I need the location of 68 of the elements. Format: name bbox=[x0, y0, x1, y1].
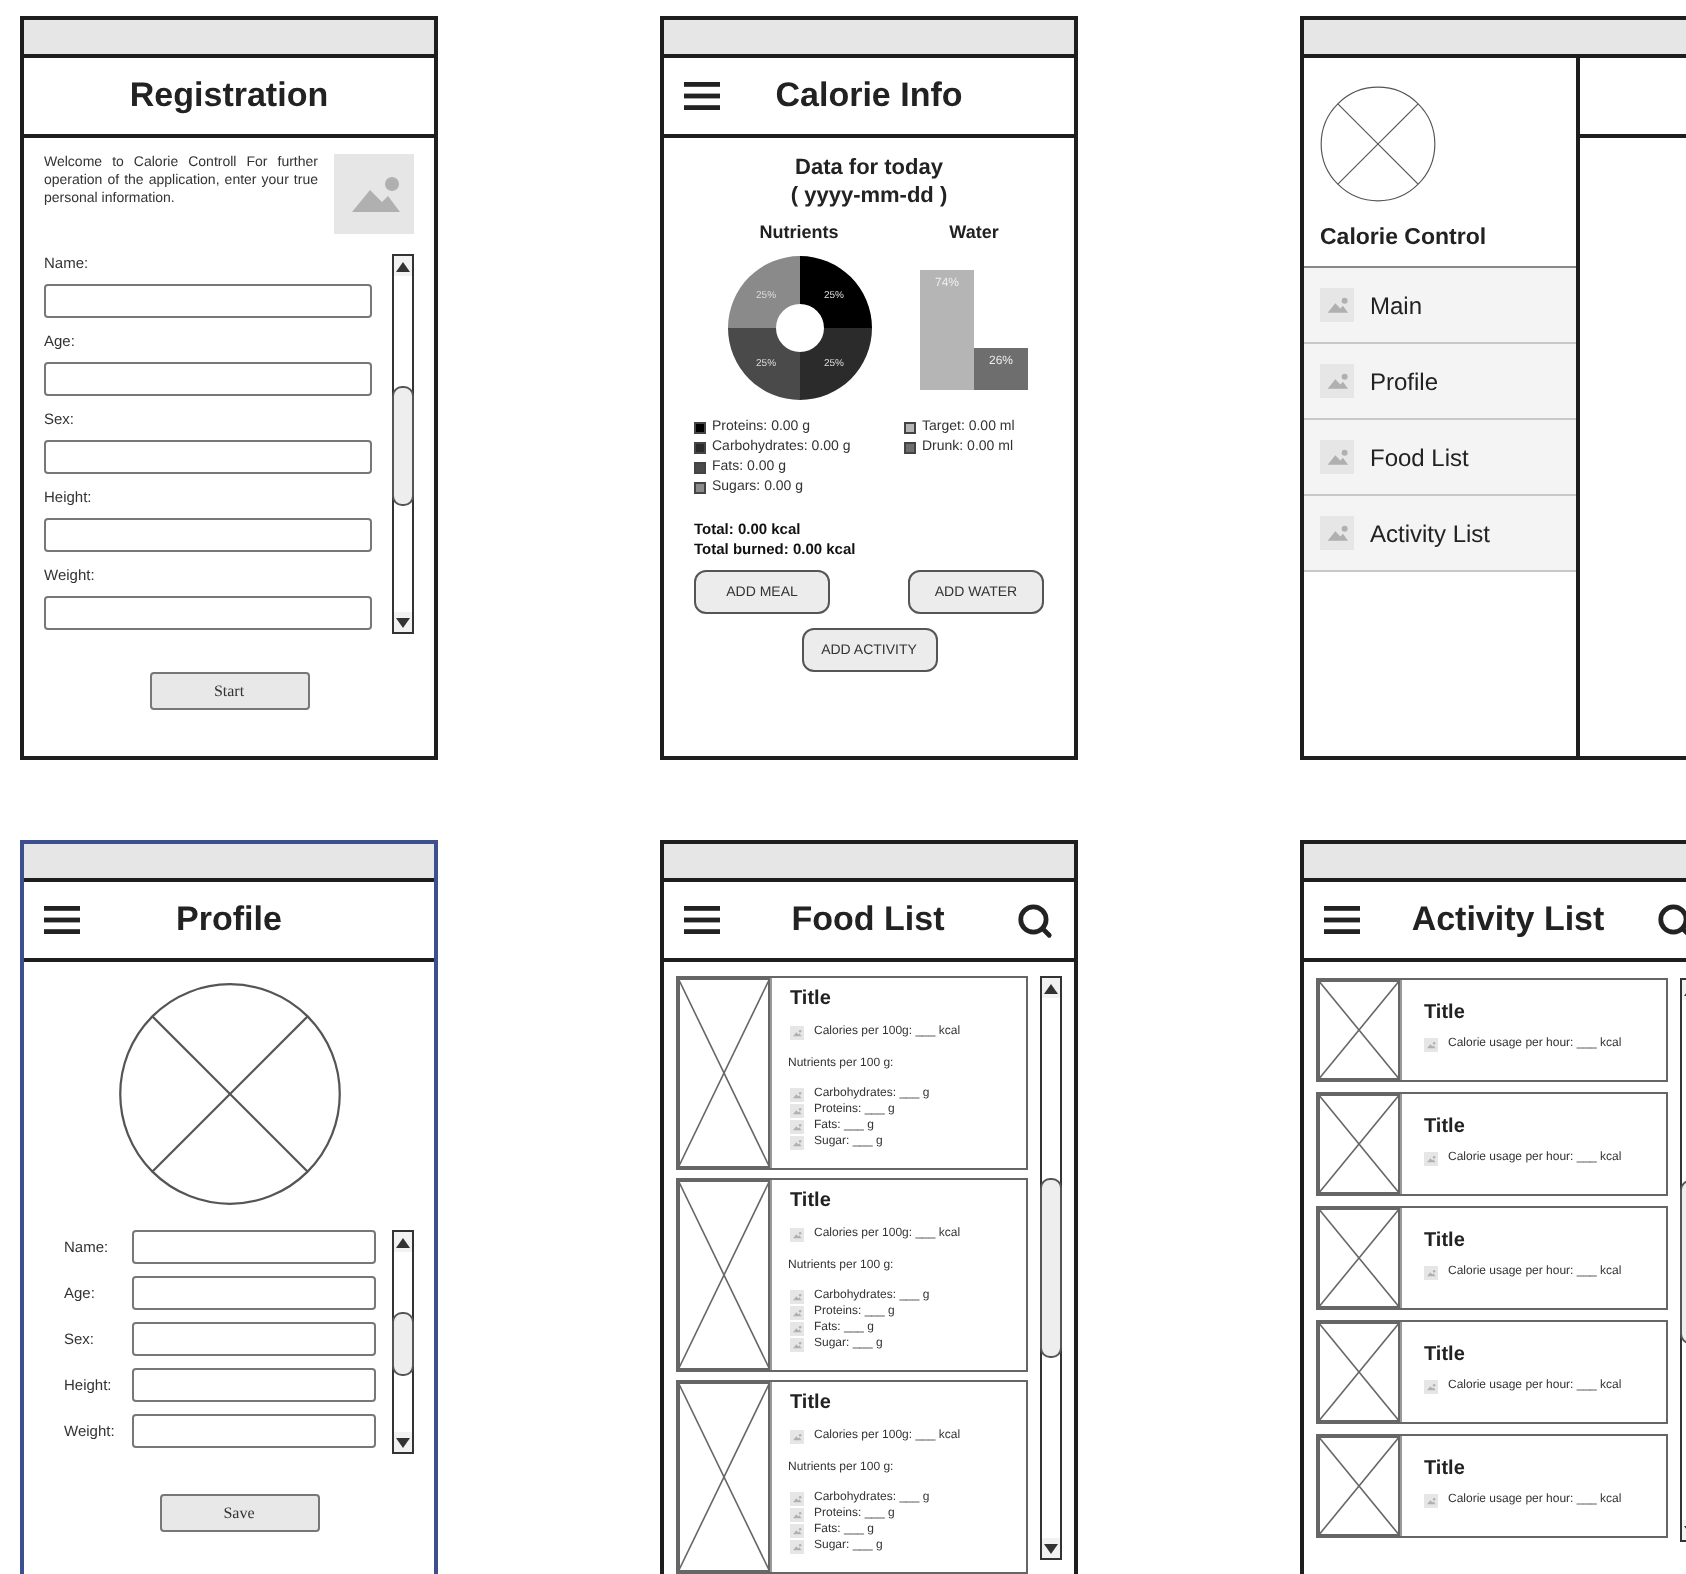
image-placeholder bbox=[1318, 1322, 1400, 1422]
screen-title: Registration bbox=[127, 76, 331, 116]
input-field[interactable] bbox=[44, 518, 372, 552]
input-field[interactable] bbox=[132, 1368, 376, 1402]
image-icon bbox=[334, 154, 414, 234]
input-field[interactable] bbox=[44, 440, 372, 474]
card-title: Title bbox=[790, 1190, 833, 1214]
menu-icon[interactable] bbox=[1324, 906, 1360, 934]
image-icon bbox=[790, 1026, 804, 1041]
card-title: Title bbox=[1424, 1002, 1467, 1026]
input-field[interactable] bbox=[44, 596, 372, 630]
menu-icon[interactable] bbox=[684, 82, 720, 110]
image-placeholder bbox=[1318, 1094, 1400, 1194]
screen-title: Calorie Info bbox=[773, 76, 965, 116]
app-name: Calorie Control bbox=[1320, 226, 1489, 250]
caret-up-icon[interactable] bbox=[396, 1237, 410, 1247]
menu-item[interactable]: Activity List bbox=[1304, 496, 1576, 572]
menu-icon[interactable] bbox=[44, 906, 80, 934]
scrollbar[interactable] bbox=[392, 1230, 414, 1454]
scrollbar[interactable] bbox=[392, 254, 414, 634]
caret-down-icon[interactable] bbox=[1044, 1543, 1058, 1553]
input-field[interactable] bbox=[132, 1230, 376, 1264]
caret-up-icon[interactable] bbox=[1044, 983, 1058, 993]
card-title: Title bbox=[1424, 1230, 1467, 1254]
search-icon[interactable] bbox=[1016, 901, 1054, 939]
card-title: Title bbox=[790, 1392, 833, 1416]
input-field[interactable] bbox=[44, 362, 372, 396]
image-icon bbox=[1424, 1266, 1438, 1281]
save-button[interactable]: Save bbox=[159, 1494, 319, 1532]
input-field[interactable] bbox=[132, 1414, 376, 1448]
image-placeholder bbox=[1318, 1436, 1400, 1536]
image-icon bbox=[1320, 364, 1354, 398]
image-icon bbox=[1320, 516, 1354, 550]
image-icon bbox=[1320, 440, 1354, 474]
scrollbar[interactable] bbox=[1040, 976, 1062, 1560]
input-field[interactable] bbox=[132, 1322, 376, 1356]
image-icon bbox=[1424, 1380, 1438, 1395]
menu-icon[interactable] bbox=[684, 906, 720, 934]
menu-item[interactable]: Food List bbox=[1304, 420, 1576, 496]
start-button[interactable]: Start bbox=[149, 672, 309, 710]
image-icon bbox=[1424, 1152, 1438, 1167]
section-heading: Data for today bbox=[793, 154, 945, 182]
screen-title: Profile bbox=[174, 900, 284, 940]
image-icon bbox=[790, 1228, 804, 1243]
search-icon[interactable] bbox=[1656, 901, 1686, 939]
image-placeholder bbox=[1318, 1208, 1400, 1308]
date-text: ( yyyy-mm-dd ) bbox=[788, 182, 950, 210]
menu-item[interactable]: Main bbox=[1304, 268, 1576, 344]
image-icon bbox=[1424, 1494, 1438, 1509]
card-title: Title bbox=[790, 988, 833, 1012]
chart-title: Nutrients bbox=[759, 222, 839, 242]
chart-title: Water bbox=[949, 222, 999, 242]
input-field[interactable] bbox=[132, 1276, 376, 1310]
card-title: Title bbox=[1424, 1116, 1467, 1140]
caret-down-icon[interactable] bbox=[396, 617, 410, 627]
menu-item[interactable]: Profile bbox=[1304, 344, 1576, 420]
caret-down-icon[interactable] bbox=[396, 1437, 410, 1447]
card-title: Title bbox=[1424, 1458, 1467, 1482]
image-icon bbox=[790, 1430, 804, 1445]
screen-title: Activity List bbox=[1409, 900, 1607, 940]
image-placeholder bbox=[1318, 980, 1400, 1080]
avatar-placeholder bbox=[1320, 86, 1436, 202]
image-icon bbox=[1424, 1038, 1438, 1053]
caret-up-icon[interactable] bbox=[396, 261, 410, 271]
screen-title: Food List bbox=[789, 900, 947, 940]
input-field[interactable] bbox=[44, 284, 372, 318]
image-icon bbox=[1320, 288, 1354, 322]
card-title: Title bbox=[1424, 1344, 1467, 1368]
